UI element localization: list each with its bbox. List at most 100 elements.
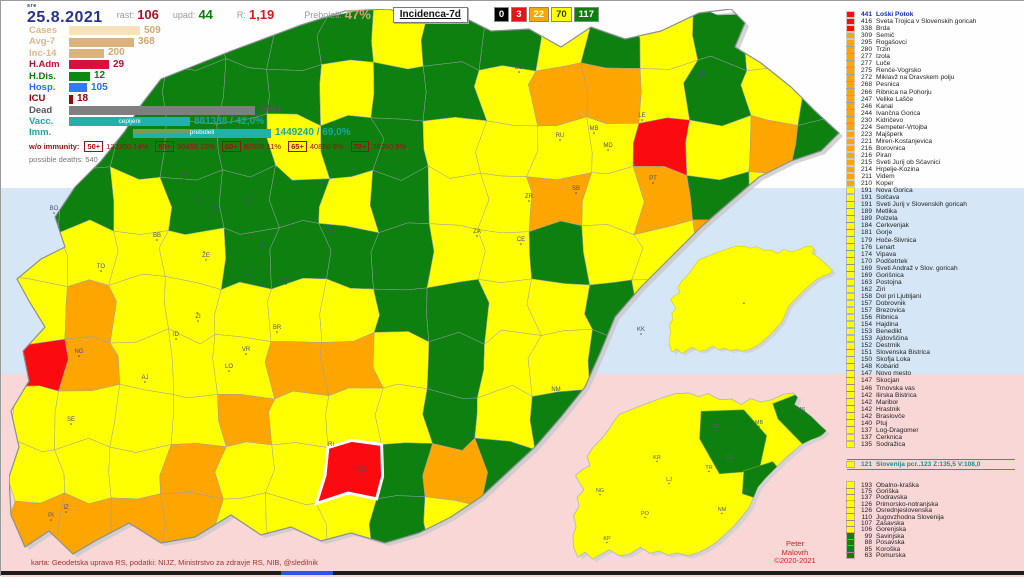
list-item[interactable]: 214Hrpelje-Kozina [847, 166, 1023, 173]
list-item[interactable]: 135Sodražica [847, 441, 1023, 448]
list-item[interactable]: 154Hajdina [847, 321, 1023, 328]
municipality-cell[interactable] [269, 391, 329, 448]
municipality-cell[interactable] [59, 336, 120, 391]
list-item[interactable]: 216Piran [847, 152, 1023, 159]
list-item[interactable]: 216Borovnica [847, 145, 1023, 152]
list-item[interactable]: 146Trnovska vas [847, 384, 1023, 391]
municipality-cell[interactable] [216, 493, 273, 561]
municipality-cell[interactable] [160, 170, 224, 235]
list-item[interactable]: 137Cerknica [847, 434, 1023, 441]
list-item[interactable]: 280Trzin [847, 46, 1023, 53]
list-item-top[interactable]: 441Loški Potok [847, 11, 1023, 18]
municipality-cell[interactable] [476, 121, 538, 177]
municipality-cell[interactable] [789, 119, 849, 176]
list-item[interactable]: 158Dol pri Ljubljani [847, 293, 1023, 300]
municipality-cell[interactable] [218, 394, 275, 447]
list-item[interactable]: 191Solčava [847, 194, 1023, 201]
list-item[interactable]: 268Pesnica [847, 81, 1023, 88]
list-item[interactable]: 174Vipava [847, 251, 1023, 258]
list-item[interactable]: 210Koper [847, 180, 1023, 187]
municipality-cell[interactable] [9, 339, 68, 391]
list-item[interactable]: 275Renče-Vogrsko [847, 67, 1023, 74]
list-item[interactable]: 179Hoče-Slivnica [847, 237, 1023, 244]
list-item[interactable]: 142Maribor [847, 399, 1023, 406]
municipality-cell[interactable] [214, 282, 271, 341]
list-item[interactable]: 169Sveti Andraž v Slov. goricah [847, 265, 1023, 272]
municipality-cell[interactable] [529, 63, 588, 126]
municipality-cell[interactable] [475, 494, 537, 561]
municipality-cell[interactable] [795, 333, 849, 390]
list-item[interactable]: 142Braslovče [847, 413, 1023, 420]
slovenia-summary-row[interactable]: 121Slovenija pcr..123 Z:135,5 V:108,0 [847, 459, 1023, 470]
municipality-cell[interactable] [369, 496, 430, 557]
municipality-cell[interactable] [686, 115, 752, 179]
municipality-cell[interactable] [213, 334, 275, 399]
municipality-cell[interactable] [110, 384, 174, 452]
list-item[interactable]: 272Miklavž na Dravskem polju [847, 74, 1023, 81]
list-item[interactable]: 151Slovenska Bistrica [847, 349, 1023, 356]
list-item[interactable]: 246Kanal [847, 103, 1023, 110]
highlighted-municipality[interactable] [316, 440, 382, 503]
list-item[interactable]: 153Benedikt [847, 328, 1023, 335]
list-item[interactable]: 223Majšperk [847, 131, 1023, 138]
list-item[interactable]: 215Sveti Jurij ob Ščavnici [847, 159, 1023, 166]
list-item[interactable]: 147Novo mesto [847, 370, 1023, 377]
municipality-cell[interactable] [581, 63, 641, 124]
list-item[interactable]: 189Polzela [847, 215, 1023, 222]
list-item[interactable]: 157Dobrovnik [847, 300, 1023, 307]
municipality-cell[interactable] [427, 332, 484, 398]
list-item[interactable]: 221Miren-Kostanjevica [847, 138, 1023, 145]
list-item[interactable]: 157Brezovica [847, 307, 1023, 314]
legend-count-box[interactable]: 3 [511, 7, 526, 22]
municipality-cell[interactable] [265, 342, 329, 400]
municipality-cell[interactable] [789, 9, 849, 69]
list-item[interactable]: 169Gorišnica [847, 272, 1023, 279]
municipality-cell[interactable] [111, 494, 166, 558]
list-item[interactable]: 277Luče [847, 60, 1023, 67]
municipality-cell[interactable] [798, 60, 849, 125]
list-item[interactable]: 137Log-Dragomer [847, 427, 1023, 434]
list-item[interactable]: 156Ribnica [847, 314, 1023, 321]
list-item[interactable]: 170Podčetrtek [847, 258, 1023, 265]
list-item[interactable]: 142Hrastnik [847, 406, 1023, 413]
municipality-cell[interactable] [373, 332, 429, 389]
list-item[interactable]: 163Postojna [847, 279, 1023, 286]
list-item[interactable]: 176Lenart [847, 244, 1023, 251]
list-item[interactable]: 230Kidričevo [847, 117, 1023, 124]
list-item[interactable]: 184Cerkvenjak [847, 222, 1023, 229]
municipality-cell[interactable] [789, 172, 849, 229]
municipality-cell[interactable] [582, 166, 645, 234]
municipality-cell[interactable] [268, 278, 327, 342]
list-item[interactable]: 277Izola [847, 53, 1023, 60]
list-item[interactable]: 181Gorje [847, 229, 1023, 236]
list-item[interactable]: 224Šempeter-Vrtojba [847, 124, 1023, 131]
list-item[interactable]: 142Ilirska Bistrica [847, 392, 1023, 399]
list-item[interactable]: 266Ribnica na Pohorju [847, 89, 1023, 96]
list-item[interactable]: 338Brda [847, 25, 1023, 32]
list-item[interactable]: 191Sveti Jurij v Slovenskih goricah [847, 201, 1023, 208]
list-item[interactable]: 244Ivančna Gorica [847, 110, 1023, 117]
list-item[interactable]: 189Metlika [847, 208, 1023, 215]
legend-count-box[interactable]: 0 [494, 7, 509, 22]
municipality-cell[interactable] [9, 493, 65, 563]
municipality-cell[interactable] [529, 221, 590, 285]
list-item[interactable]: 153Ajdovščina [847, 335, 1023, 342]
list-item[interactable]: 140Ptuj [847, 420, 1023, 427]
municipality-cell[interactable] [749, 115, 798, 175]
list-item[interactable]: 309Semič [847, 32, 1023, 39]
list-item[interactable]: 416Sveta Trojica v Slovenskih goricah [847, 18, 1023, 25]
incidence-mode-button[interactable]: Incidenca-7d [393, 7, 468, 23]
legend-count-box[interactable]: 22 [529, 7, 550, 22]
municipality-cell[interactable] [744, 9, 801, 71]
list-item[interactable]: 63Pomurska [847, 552, 1023, 558]
list-item[interactable]: 148Kobarid [847, 363, 1023, 370]
municipality-cell[interactable] [65, 280, 117, 343]
list-item[interactable]: 191Nova Gorica [847, 187, 1023, 194]
list-item[interactable]: 150Škofja Loka [847, 356, 1023, 363]
municipality-cell[interactable] [326, 388, 384, 448]
legend-count-box[interactable]: 117 [574, 7, 599, 22]
list-item[interactable]: 162Žiri [847, 286, 1023, 293]
list-item[interactable]: 247Velike Lašče [847, 96, 1023, 103]
list-item[interactable]: 211Videm [847, 173, 1023, 180]
municipality-cell[interactable] [371, 223, 434, 290]
